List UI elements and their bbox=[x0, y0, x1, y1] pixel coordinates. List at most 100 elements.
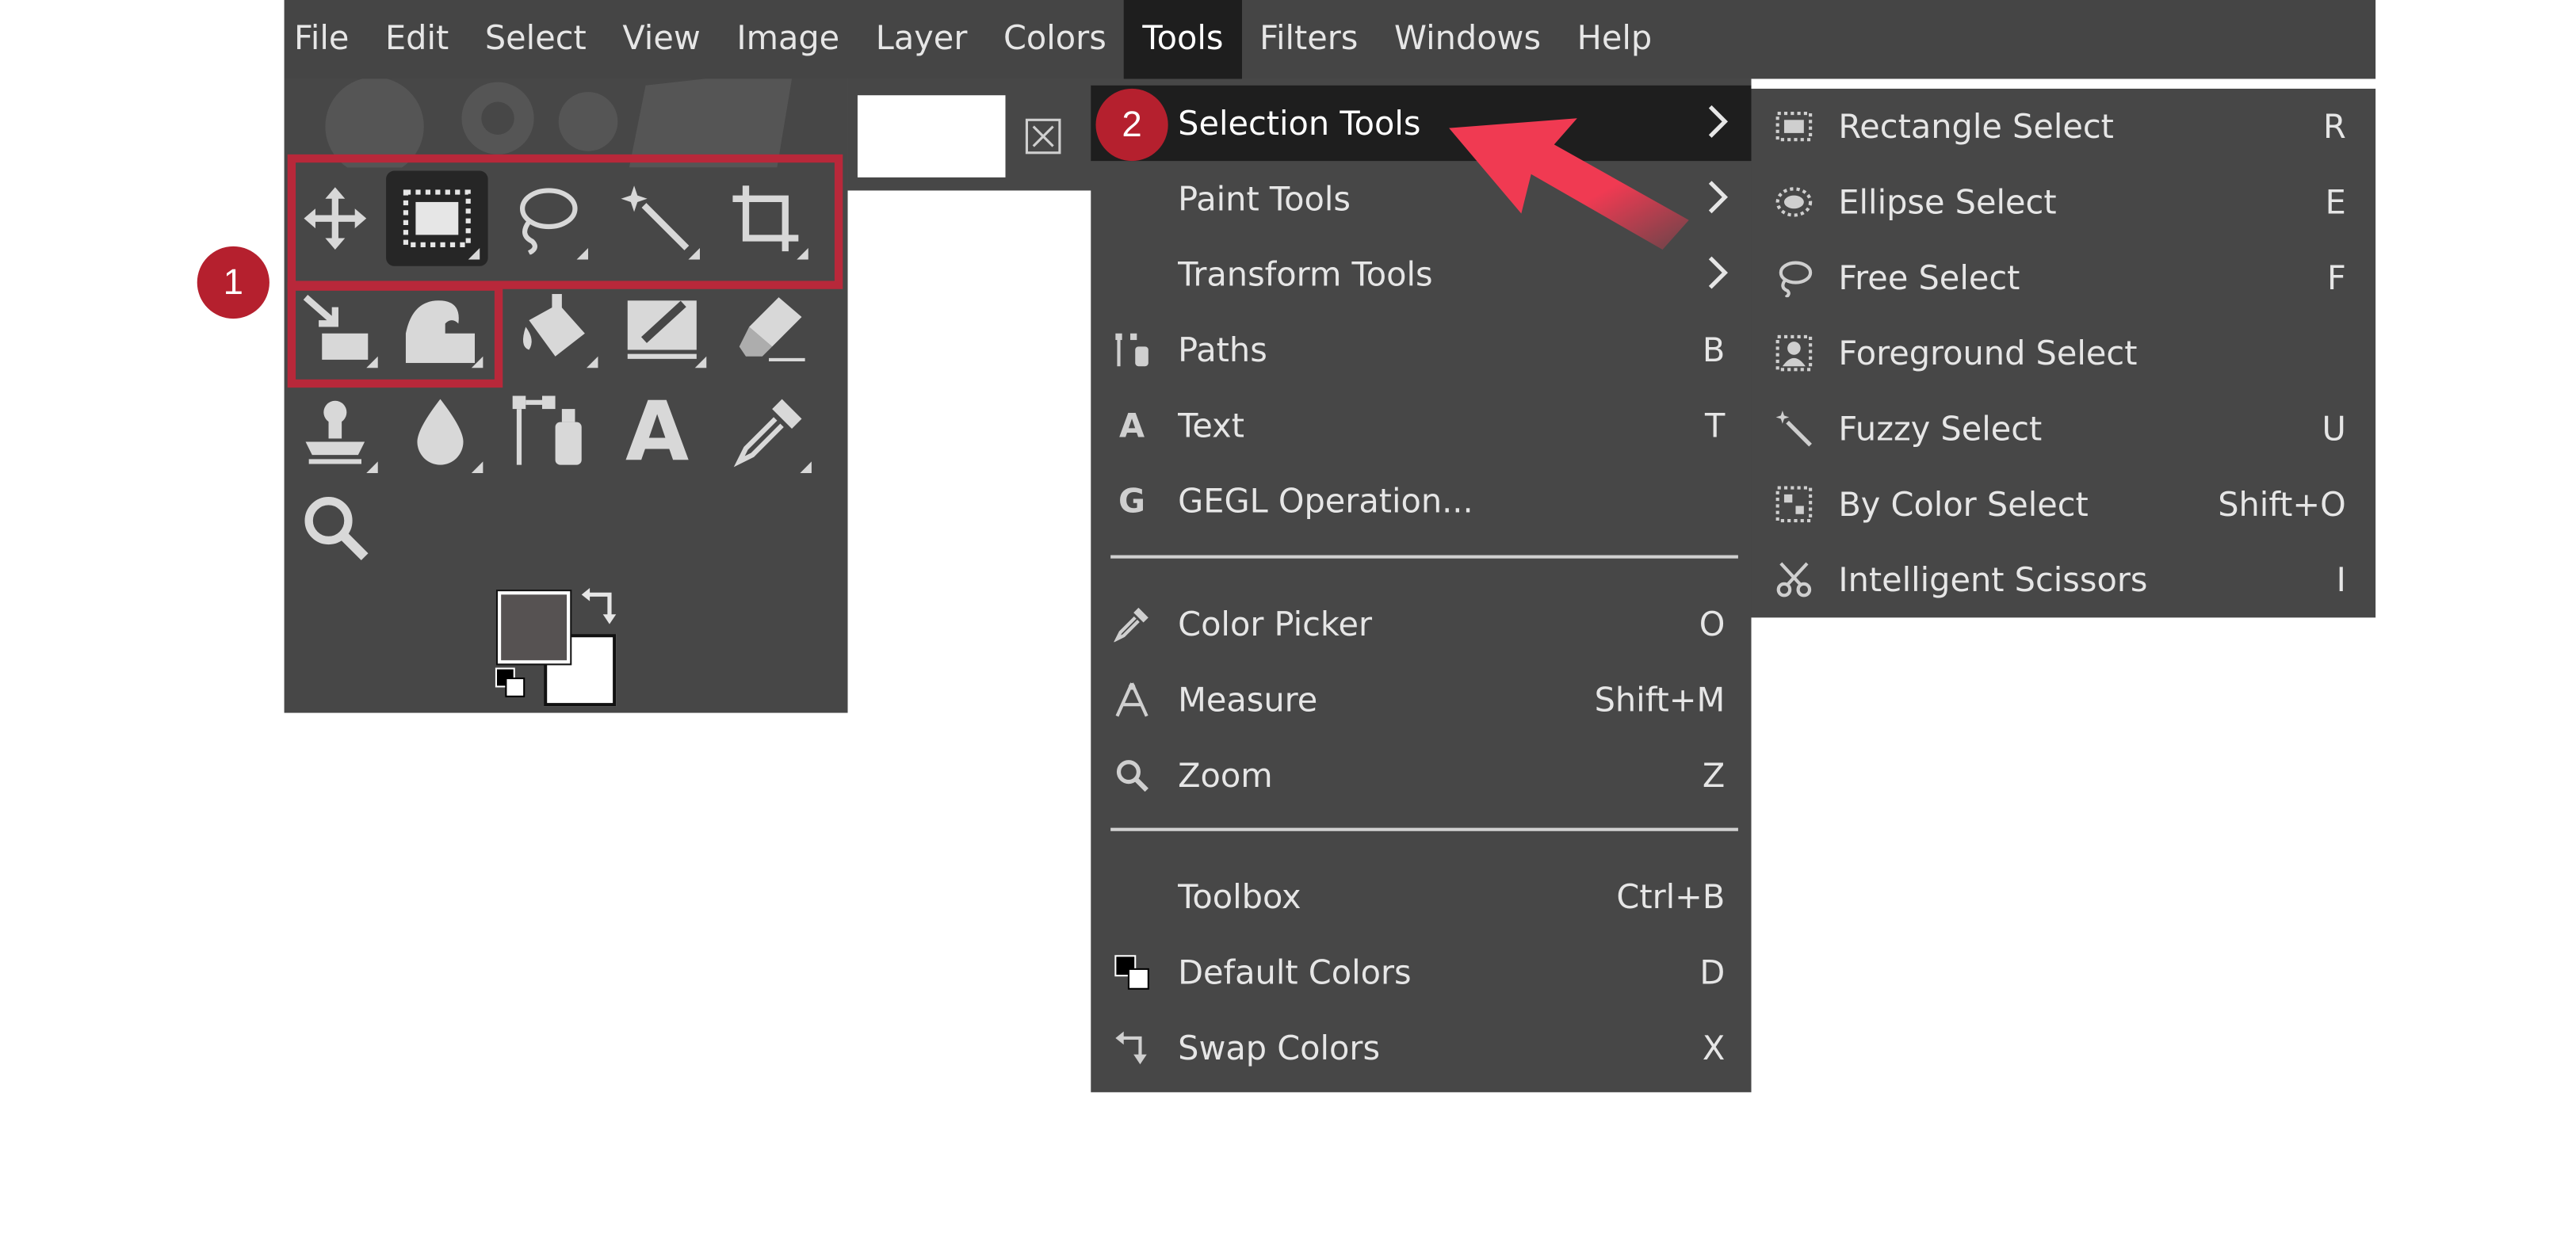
bucket-icon bbox=[522, 294, 585, 357]
submenu-item-ellipse-select[interactable]: Ellipse Select E bbox=[1751, 164, 2375, 239]
tool-group-indicator bbox=[694, 356, 707, 368]
tool-group-indicator bbox=[471, 461, 483, 473]
smudge-tool[interactable] bbox=[389, 384, 491, 479]
text-icon: A bbox=[1119, 405, 1145, 445]
bucket-fill-tool[interactable] bbox=[504, 279, 606, 374]
clone-icon bbox=[305, 400, 365, 464]
gegl-icon: G bbox=[1118, 481, 1146, 521]
menu-separator bbox=[1110, 827, 1738, 831]
menu-edit[interactable]: Edit bbox=[367, 0, 467, 78]
shortcut-label: X bbox=[1702, 1028, 1726, 1068]
tool-group-indicator bbox=[366, 461, 378, 473]
menu-item-toolbox[interactable]: Toolbox Ctrl+B bbox=[1091, 859, 1751, 934]
menu-item-label: Measure bbox=[1178, 680, 1318, 720]
step-badge-2: 2 bbox=[1095, 88, 1168, 162]
foreground-select-icon bbox=[1775, 334, 1813, 372]
submenu-item-label: Free Select bbox=[1838, 258, 2020, 298]
shortcut-label: I bbox=[2336, 559, 2346, 600]
tool-group-indicator bbox=[586, 356, 598, 368]
tool-group-indicator bbox=[800, 461, 812, 473]
menu-item-label: Color Picker bbox=[1178, 604, 1373, 644]
menu-filters[interactable]: Filters bbox=[1241, 0, 1376, 78]
menu-item-measure[interactable]: Measure Shift+M bbox=[1091, 662, 1751, 737]
submenu-item-label: By Color Select bbox=[1838, 484, 2089, 525]
chevron-right-icon bbox=[1708, 256, 1728, 289]
shortcut-label: D bbox=[1699, 953, 1726, 992]
submenu-item-intelligent-scissors[interactable]: Intelligent Scissors I bbox=[1751, 542, 2375, 617]
submenu-item-label: Ellipse Select bbox=[1838, 182, 2057, 222]
shortcut-label: B bbox=[1702, 330, 1726, 370]
menu-item-text[interactable]: A Text T bbox=[1091, 388, 1751, 463]
paintbrush-tool[interactable] bbox=[613, 279, 715, 374]
shortcut-label: R bbox=[2322, 106, 2346, 147]
measure-icon bbox=[1114, 681, 1150, 718]
image-preview-thumbnail[interactable] bbox=[857, 95, 1006, 178]
shortcut-label: U bbox=[2322, 409, 2346, 449]
menu-item-zoom[interactable]: Zoom Z bbox=[1091, 738, 1751, 813]
submenu-item-foreground-select[interactable]: Foreground Select bbox=[1751, 315, 2375, 391]
menu-colors[interactable]: Colors bbox=[985, 0, 1124, 78]
zoom-icon bbox=[304, 496, 369, 561]
menu-item-label: Selection Tools bbox=[1178, 103, 1421, 143]
zoom-tool[interactable] bbox=[285, 479, 387, 575]
menu-windows[interactable]: Windows bbox=[1376, 0, 1559, 78]
shortcut-label: Ctrl+B bbox=[1616, 876, 1726, 917]
brush-icon bbox=[627, 300, 697, 359]
swap-colors-icon bbox=[1114, 1030, 1150, 1067]
scissors-icon bbox=[1776, 562, 1812, 598]
shortcut-label: F bbox=[2326, 258, 2346, 298]
submenu-item-label: Fuzzy Select bbox=[1838, 409, 2043, 449]
submenu-item-label: Intelligent Scissors bbox=[1838, 559, 2148, 600]
menu-item-label: Toolbox bbox=[1178, 876, 1301, 917]
menu-image[interactable]: Image bbox=[719, 0, 858, 78]
menu-item-label: Text bbox=[1178, 405, 1244, 445]
selection-tools-submenu: Rectangle Select R Ellipse Select E Free… bbox=[1751, 88, 2376, 618]
menu-item-swap-colors[interactable]: Swap Colors X bbox=[1091, 1010, 1751, 1086]
foreground-color-swatch[interactable] bbox=[498, 591, 571, 664]
color-picker-icon bbox=[1114, 606, 1150, 643]
annotation-highlight-row bbox=[287, 154, 843, 289]
menu-tools[interactable]: Tools bbox=[1124, 0, 1242, 79]
shortcut-label: Z bbox=[1702, 755, 1726, 796]
color-picker-tool[interactable] bbox=[718, 384, 820, 479]
submenu-item-label: Rectangle Select bbox=[1838, 106, 2114, 147]
submenu-item-free-select[interactable]: Free Select F bbox=[1751, 240, 2375, 315]
menu-item-label: Paint Tools bbox=[1178, 178, 1351, 219]
rectangle-select-icon bbox=[1775, 111, 1813, 142]
chevron-right-icon bbox=[1708, 105, 1728, 138]
screenshot-stage: File Edit Select View Image Layer Colors… bbox=[0, 0, 2576, 1234]
drop-icon bbox=[417, 399, 464, 465]
menu-item-gegl-operation[interactable]: G GEGL Operation... bbox=[1091, 464, 1751, 539]
menu-view[interactable]: View bbox=[605, 0, 719, 78]
paths-icon bbox=[1114, 332, 1150, 368]
close-icon[interactable] bbox=[1025, 118, 1061, 155]
default-colors-icon bbox=[1114, 954, 1150, 991]
menu-file[interactable]: File bbox=[285, 0, 368, 78]
menu-layer[interactable]: Layer bbox=[858, 0, 985, 78]
ellipse-select-icon bbox=[1775, 187, 1813, 217]
menu-help[interactable]: Help bbox=[1559, 0, 1670, 78]
menu-item-label: Default Colors bbox=[1178, 953, 1412, 992]
clone-tool[interactable] bbox=[285, 384, 387, 479]
submenu-item-fuzzy-select[interactable]: Fuzzy Select U bbox=[1751, 391, 2375, 466]
submenu-item-label: Foreground Select bbox=[1838, 333, 2138, 373]
shortcut-label: Shift+O bbox=[2218, 484, 2346, 525]
menu-item-paths[interactable]: Paths B bbox=[1091, 312, 1751, 388]
default-colors-icon[interactable] bbox=[495, 667, 527, 700]
shortcut-label: O bbox=[1699, 604, 1726, 644]
step-badge-1: 1 bbox=[197, 246, 269, 319]
shortcut-label: Shift+M bbox=[1594, 680, 1726, 720]
swap-colors-icon[interactable] bbox=[580, 588, 620, 628]
menu-item-default-colors[interactable]: Default Colors D bbox=[1091, 934, 1751, 1010]
eraser-tool[interactable] bbox=[721, 279, 824, 374]
eraser-icon bbox=[739, 297, 805, 361]
menu-item-color-picker[interactable]: Color Picker O bbox=[1091, 586, 1751, 662]
chevron-right-icon bbox=[1708, 181, 1728, 214]
paths-tool[interactable] bbox=[498, 384, 600, 479]
submenu-item-rectangle-select[interactable]: Rectangle Select R bbox=[1751, 89, 2375, 164]
menu-select[interactable]: Select bbox=[467, 0, 604, 78]
toolbox-panel: A bbox=[284, 78, 848, 713]
submenu-item-by-color-select[interactable]: By Color Select Shift+O bbox=[1751, 467, 2375, 542]
text-tool[interactable]: A bbox=[606, 384, 709, 479]
shortcut-label: T bbox=[1705, 405, 1726, 445]
